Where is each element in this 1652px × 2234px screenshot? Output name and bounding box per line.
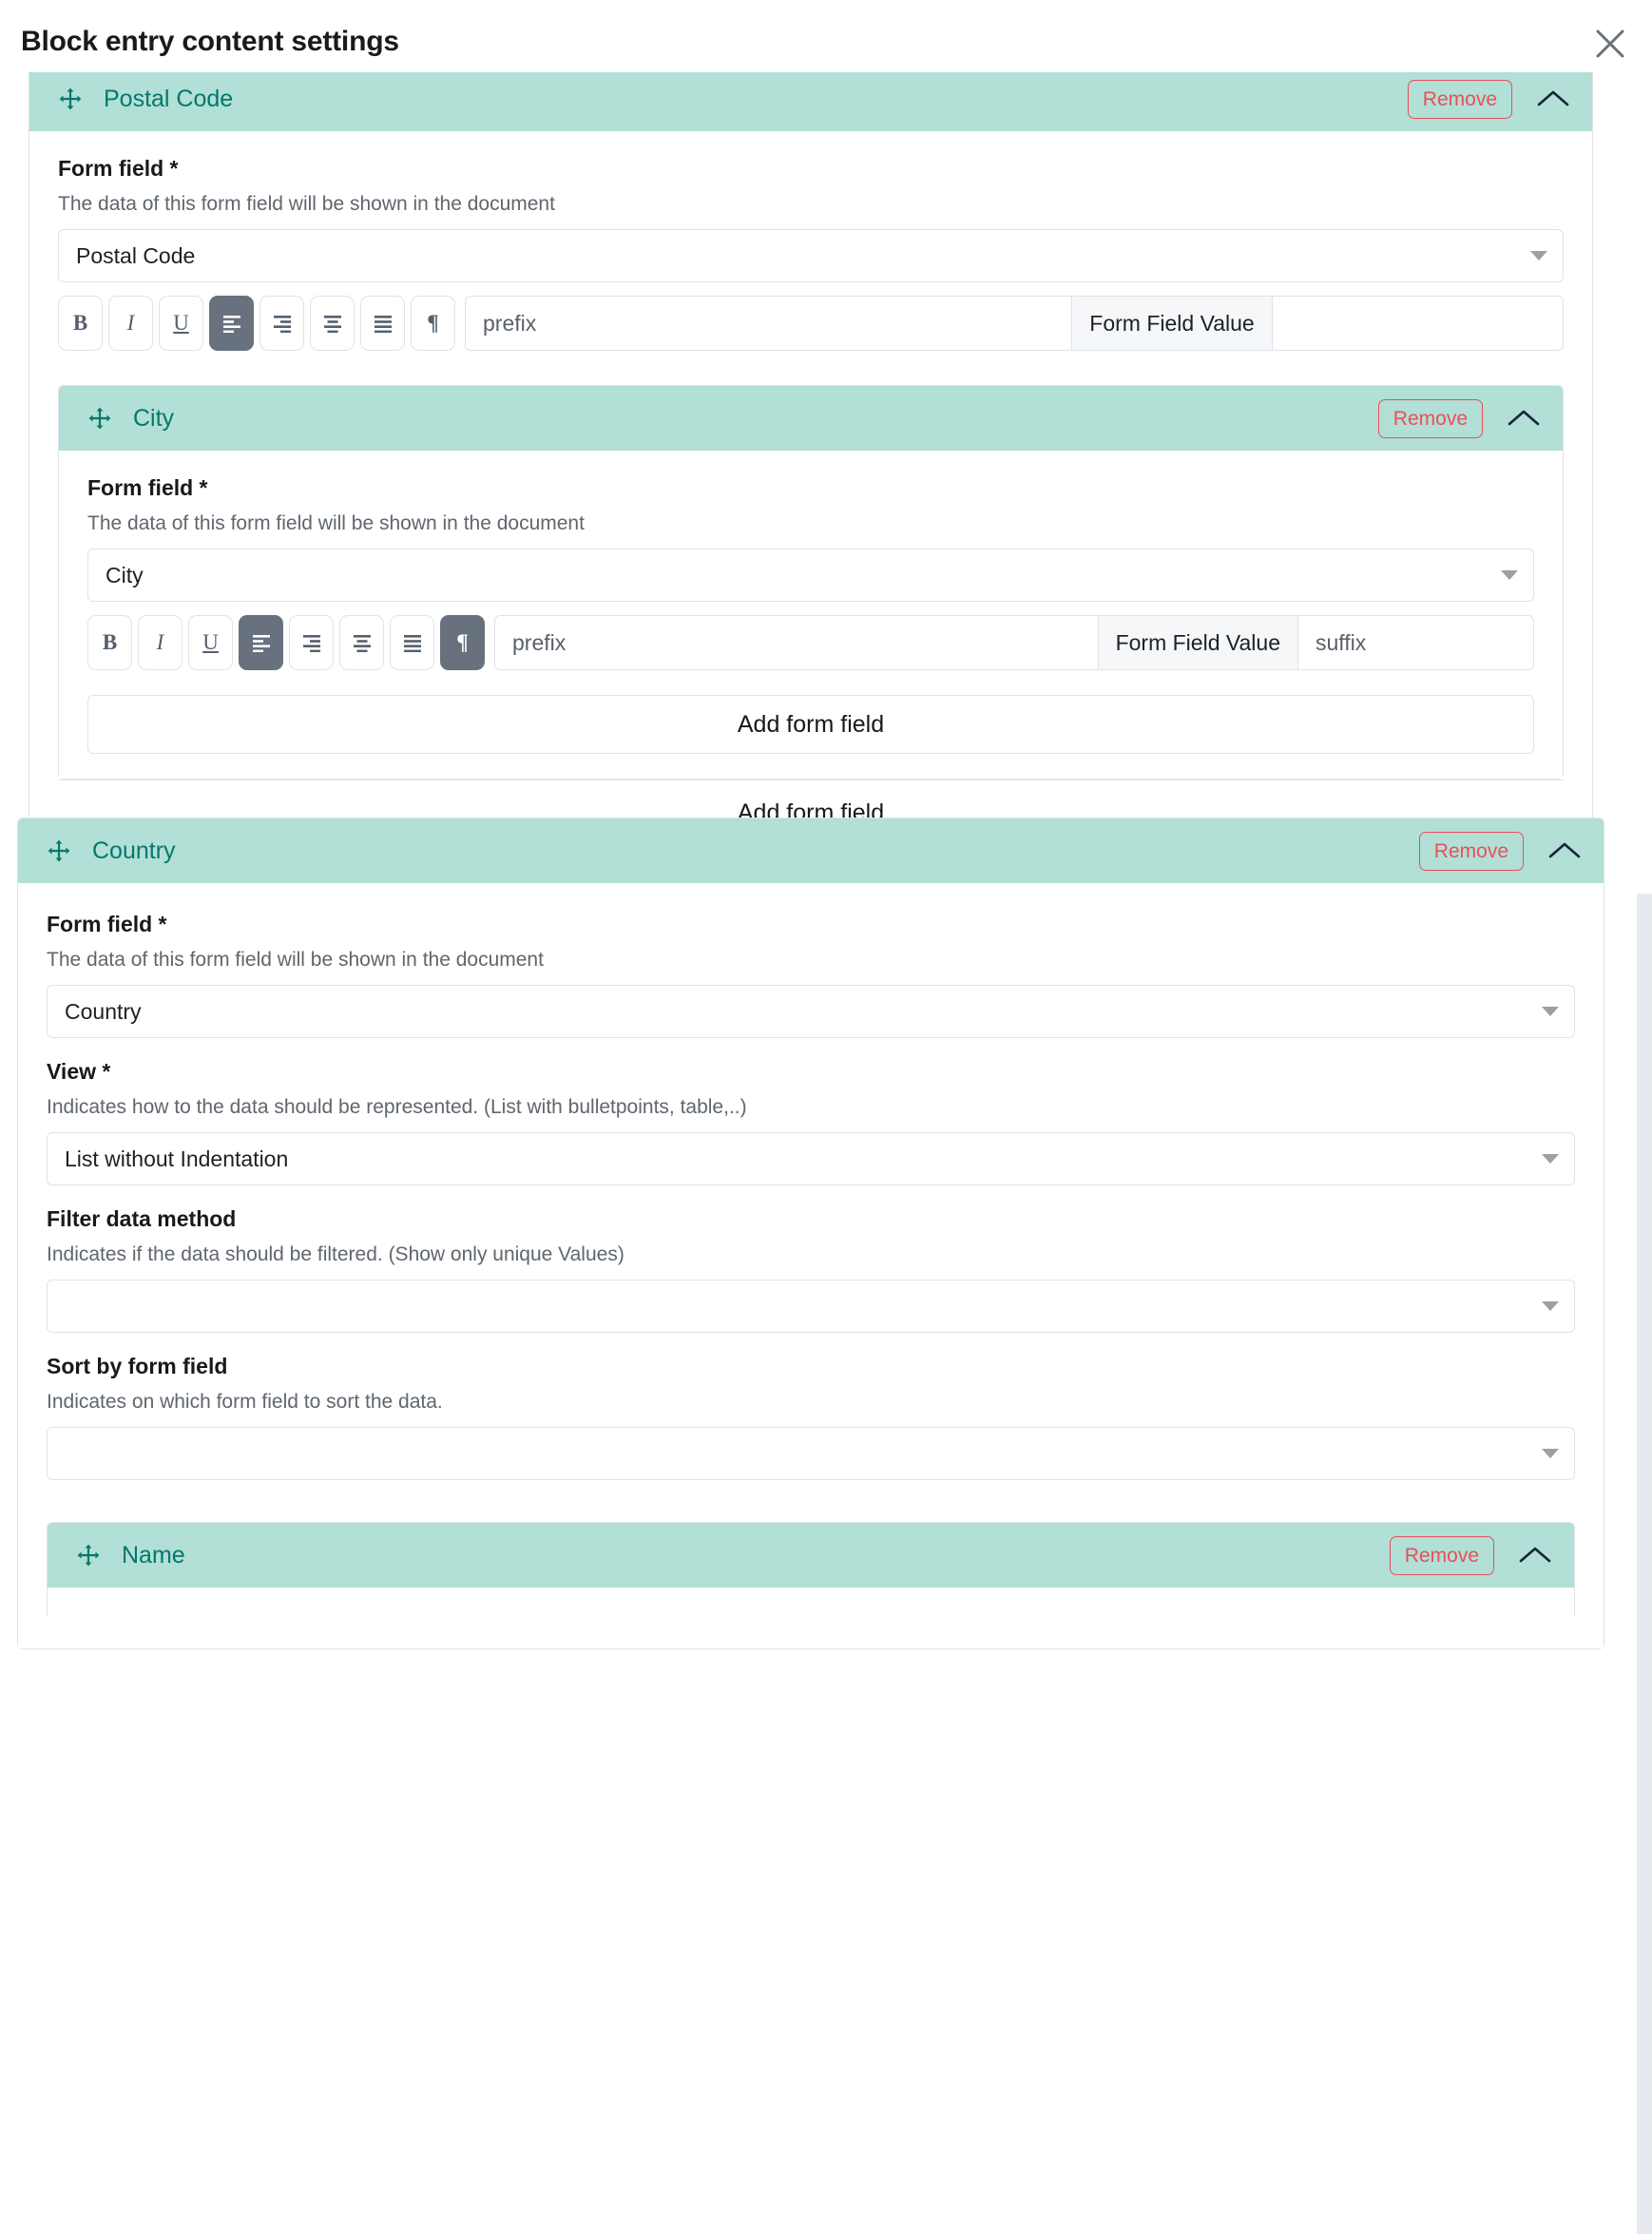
align-justify-icon[interactable] <box>360 296 405 351</box>
close-icon[interactable] <box>1589 23 1631 65</box>
select-view-value: List without Indentation <box>65 1146 289 1171</box>
form-field-value-chip-postal-code: Form Field Value <box>1072 296 1273 351</box>
drag-move-icon[interactable] <box>58 87 83 111</box>
label-sort-by: Sort by form field <box>47 1354 228 1378</box>
prefix-input-city[interactable] <box>494 615 1099 670</box>
chevron-down-icon <box>1542 1154 1559 1164</box>
align-left-icon[interactable] <box>209 296 254 351</box>
label-form-field: Form field * <box>47 912 167 936</box>
select-view[interactable]: List without Indentation <box>47 1132 1575 1185</box>
help-form-field: The data of this form field will be show… <box>87 512 585 534</box>
help-form-field: The data of this form field will be show… <box>47 949 544 971</box>
underline-icon[interactable]: U <box>159 296 203 351</box>
align-center-icon[interactable] <box>339 615 384 670</box>
select-form-field-country[interactable]: Country <box>47 985 1575 1038</box>
align-center-icon[interactable] <box>310 296 355 351</box>
modal-dialog: Block entry content settings Postal Code… <box>0 0 1652 2234</box>
rich-text-toolbar-postal-code: B I U ¶ prefix Form Field Value <box>58 296 1565 351</box>
block-city-title: City <box>133 404 175 432</box>
pilcrow-icon[interactable]: ¶ <box>411 296 455 351</box>
suffix-input-city[interactable] <box>1298 615 1534 670</box>
select-filter-method[interactable] <box>47 1280 1575 1333</box>
drag-move-icon[interactable] <box>87 406 112 431</box>
pilcrow-icon[interactable]: ¶ <box>440 615 485 670</box>
label-filter-method: Filter data method <box>47 1206 237 1231</box>
field-group-form-field-country: Form field * The data of this form field… <box>47 912 1575 1038</box>
remove-button-postal-code[interactable]: Remove <box>1407 79 1512 119</box>
block-city-body: Form field * The data of this form field… <box>59 451 1563 779</box>
block-name-title: Name <box>122 1541 185 1569</box>
label-form-field: Form field * <box>58 156 179 181</box>
field-group-sort-by: Sort by form field Indicates on which fo… <box>47 1354 1575 1480</box>
suffix-input-postal-code[interactable] <box>1272 296 1565 351</box>
chevron-up-icon-city[interactable] <box>1502 396 1546 440</box>
align-right-icon[interactable] <box>289 615 334 670</box>
select-form-field-country-value: Country <box>65 998 142 1024</box>
help-view: Indicates how to the data should be repr… <box>47 1096 747 1118</box>
remove-button-city[interactable]: Remove <box>1377 398 1483 438</box>
drag-move-icon[interactable] <box>47 838 71 863</box>
field-group-view: View * Indicates how to the data should … <box>47 1059 1575 1185</box>
help-sort-by: Indicates on which form field to sort th… <box>47 1391 443 1413</box>
vertical-scrollbar[interactable] <box>1633 72 1652 2234</box>
chevron-down-icon <box>1542 1301 1559 1311</box>
chevron-up-icon-name[interactable] <box>1513 1533 1557 1577</box>
page-title: Block entry content settings <box>21 26 399 57</box>
modal-header: Block entry content settings <box>0 0 1652 84</box>
italic-icon[interactable]: I <box>138 615 182 670</box>
block-name-header[interactable]: Name Remove <box>48 1523 1574 1588</box>
select-form-field-postal-code-value: Postal Code <box>76 242 196 268</box>
select-sort-by[interactable] <box>47 1427 1575 1480</box>
settings-scroll-area[interactable]: Postal Code Remove Form field * The data… <box>0 72 1652 2234</box>
remove-button-country[interactable]: Remove <box>1418 831 1524 871</box>
block-postal-code: Postal Code Remove Form field * The data… <box>29 72 1593 938</box>
field-group-form-field-postal: Form field * The data of this form field… <box>58 156 1565 351</box>
block-city: City Remove Form field * The data of thi… <box>58 385 1564 846</box>
block-country-body: Form field * The data of this form field… <box>18 883 1604 1648</box>
chevron-down-icon <box>1530 251 1547 260</box>
label-view: View * <box>47 1059 111 1084</box>
italic-icon[interactable]: I <box>108 296 153 351</box>
chevron-down-icon <box>1501 570 1518 580</box>
block-country: Country Remove Form field * The data of … <box>17 818 1604 1649</box>
remove-button-name[interactable]: Remove <box>1389 1535 1494 1575</box>
block-country-title: Country <box>92 837 176 864</box>
bold-icon[interactable]: B <box>58 296 103 351</box>
select-form-field-city-value: City <box>106 562 144 587</box>
add-form-field-button-city[interactable]: Add form field <box>87 695 1534 754</box>
form-field-value-chip-city: Form Field Value <box>1098 615 1298 670</box>
align-left-icon[interactable] <box>239 615 283 670</box>
underline-icon[interactable]: U <box>188 615 233 670</box>
label-form-field: Form field * <box>87 475 208 500</box>
chevron-up-icon-country[interactable] <box>1543 829 1586 873</box>
chevron-down-icon <box>1542 1449 1559 1458</box>
select-form-field-postal-code[interactable]: Postal Code <box>58 229 1564 282</box>
align-right-icon[interactable] <box>259 296 304 351</box>
align-justify-icon[interactable] <box>390 615 434 670</box>
chevron-up-icon-postal-code[interactable] <box>1531 77 1575 121</box>
block-postal-code-title: Postal Code <box>104 85 234 112</box>
vertical-scrollbar-thumb[interactable] <box>1637 894 1652 2234</box>
block-country-header[interactable]: Country Remove <box>18 818 1604 883</box>
bold-icon[interactable]: B <box>87 615 132 670</box>
block-name: Name Remove <box>47 1522 1575 1616</box>
block-city-header[interactable]: City Remove <box>59 386 1563 451</box>
prefix-input-postal-code[interactable] <box>465 296 1073 351</box>
rich-text-toolbar-city: B I U ¶ prefix Form Field Value suffix <box>87 615 1534 670</box>
help-form-field: The data of this form field will be show… <box>58 193 555 215</box>
field-group-filter-method: Filter data method Indicates if the data… <box>47 1206 1575 1333</box>
block-postal-code-header[interactable]: Postal Code Remove <box>29 72 1592 131</box>
drag-move-icon[interactable] <box>76 1543 101 1568</box>
help-filter-method: Indicates if the data should be filtered… <box>47 1243 624 1265</box>
chevron-down-icon <box>1542 1007 1559 1016</box>
block-postal-code-body: Form field * The data of this form field… <box>29 131 1592 871</box>
select-form-field-city[interactable]: City <box>87 549 1534 602</box>
